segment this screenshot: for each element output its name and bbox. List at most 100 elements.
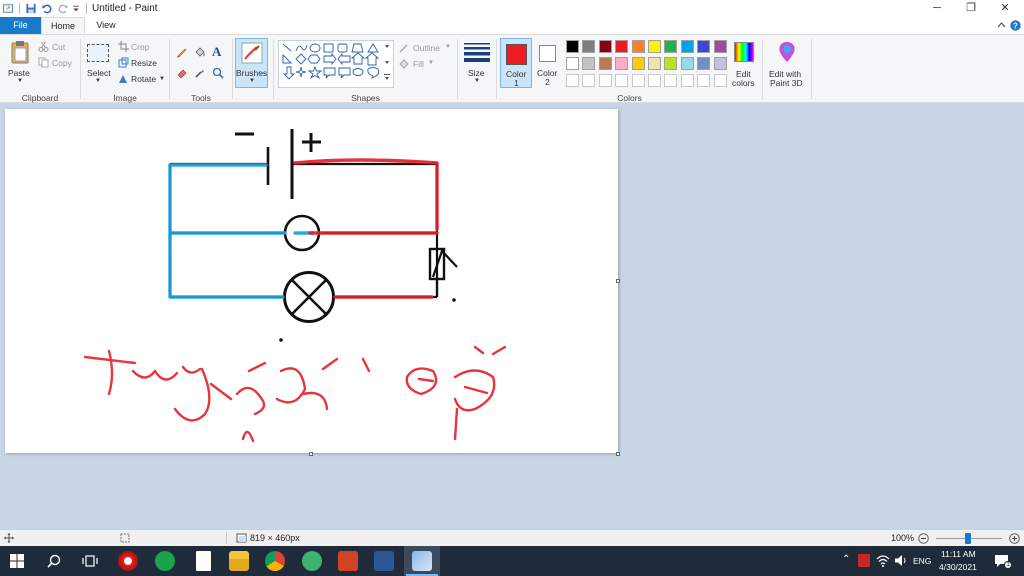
tray-expand-icon[interactable]: ⌃: [842, 554, 850, 565]
palette-swatch[interactable]: [582, 57, 596, 70]
redo-icon[interactable]: [57, 3, 69, 14]
brushes-button[interactable]: Brushes ▼: [235, 38, 268, 88]
fill-bucket-icon[interactable]: [194, 46, 206, 58]
opera-browser-icon[interactable]: [118, 551, 138, 571]
palette-swatch[interactable]: [713, 57, 727, 70]
tab-file[interactable]: File: [0, 17, 41, 34]
drawing-canvas[interactable]: [5, 109, 618, 453]
volume-icon[interactable]: [894, 554, 908, 567]
save-icon[interactable]: [25, 3, 37, 14]
group-separator: [496, 39, 497, 99]
zoom-out-icon[interactable]: [918, 533, 929, 544]
palette-swatch[interactable]: [664, 57, 678, 70]
canvas-resize-handle-corner[interactable]: [616, 452, 620, 456]
palette-swatch[interactable]: [664, 40, 678, 53]
custom-color-slot[interactable]: [631, 74, 645, 87]
edit-colors-icon: [734, 42, 754, 62]
crop-button[interactable]: Crop: [131, 42, 149, 52]
shapes-gallery[interactable]: [278, 40, 394, 88]
custom-color-slot[interactable]: [648, 74, 661, 87]
cut-button[interactable]: Cut: [52, 42, 65, 52]
palette-swatch[interactable]: [566, 40, 579, 53]
zoom-slider-thumb[interactable]: [965, 533, 971, 544]
edit-colors-button[interactable]: Edit colors: [731, 38, 757, 88]
fill-button[interactable]: Fill: [413, 59, 424, 69]
canvas-dimensions: 819 × 460px: [250, 533, 300, 543]
start-windows-icon[interactable]: [10, 554, 24, 568]
tab-home[interactable]: Home: [41, 17, 85, 35]
search-icon[interactable]: [47, 554, 61, 568]
canvas-workspace[interactable]: [0, 103, 1024, 529]
color1-button[interactable]: Color 1: [500, 38, 532, 88]
paste-button[interactable]: Paste ▼: [3, 38, 35, 86]
palette-swatch[interactable]: [582, 40, 596, 53]
undo-icon[interactable]: [41, 3, 53, 14]
minimize-button[interactable]: ─: [920, 0, 954, 17]
text-tool-icon[interactable]: A: [212, 44, 221, 60]
powerpoint-icon[interactable]: [338, 551, 358, 571]
custom-color-slot[interactable]: [713, 74, 727, 87]
eraser-icon[interactable]: [176, 67, 188, 79]
task-view-icon[interactable]: [82, 554, 98, 568]
palette-swatch[interactable]: [615, 40, 629, 53]
notepad-file-icon[interactable]: [196, 551, 211, 571]
green-app-icon[interactable]: [302, 551, 322, 571]
input-language[interactable]: ENG: [913, 556, 931, 566]
palette-swatch[interactable]: [598, 57, 612, 70]
resize-button[interactable]: Resize: [131, 58, 157, 68]
palette-swatch[interactable]: [648, 40, 661, 53]
canvas-resize-handle-bottom[interactable]: [309, 452, 313, 456]
antivirus-tray-icon[interactable]: [858, 554, 870, 567]
custom-color-slot[interactable]: [566, 74, 579, 87]
palette-swatch[interactable]: [631, 40, 645, 53]
tray-time[interactable]: 11:11 AM: [941, 549, 976, 559]
outline-button[interactable]: Outline: [413, 43, 440, 53]
canvas-resize-handle-right[interactable]: [616, 279, 620, 283]
magnifier-icon[interactable]: [212, 67, 224, 79]
custom-color-slot[interactable]: [697, 74, 711, 87]
clipboard-group-label: Clipboard: [21, 93, 59, 103]
restore-button[interactable]: ❐: [954, 0, 988, 17]
fill-dropdown-icon: ▼: [428, 60, 434, 66]
color2-button[interactable]: Color 2: [534, 38, 562, 88]
group-separator: [169, 39, 170, 99]
custom-color-slot[interactable]: [615, 74, 629, 87]
color2-number: 2: [545, 77, 550, 87]
palette-swatch[interactable]: [697, 40, 711, 53]
chrome-browser-icon[interactable]: [265, 551, 285, 571]
sync-app-icon[interactable]: [155, 551, 175, 571]
rotate-button[interactable]: Rotate: [131, 74, 156, 84]
palette-swatch[interactable]: [680, 57, 694, 70]
tray-date[interactable]: 4/30/2021: [939, 562, 977, 572]
palette-swatch[interactable]: [680, 40, 694, 53]
select-button[interactable]: Select ▼: [84, 38, 114, 86]
palette-swatch[interactable]: [697, 57, 711, 70]
custom-color-slot[interactable]: [664, 74, 678, 87]
pencil-icon[interactable]: [176, 46, 188, 58]
custom-color-slot[interactable]: [582, 74, 596, 87]
palette-swatch[interactable]: [713, 40, 727, 53]
collapse-ribbon-icon[interactable]: [997, 21, 1006, 29]
title-bar: Untitled - Paint ─ ❐ ✕: [0, 0, 1024, 17]
customize-toolbar-icon[interactable]: [72, 3, 80, 14]
edit-with-paint3d-button[interactable]: Edit with Paint 3D: [766, 38, 808, 88]
cut-icon: [38, 41, 49, 52]
word-icon[interactable]: [374, 551, 394, 571]
close-button[interactable]: ✕: [988, 0, 1022, 17]
paint-taskbar-button[interactable]: [404, 546, 440, 576]
palette-swatch[interactable]: [631, 57, 645, 70]
palette-swatch[interactable]: [615, 57, 629, 70]
file-explorer-icon[interactable]: [229, 551, 249, 571]
wifi-icon[interactable]: [876, 554, 890, 567]
palette-swatch[interactable]: [598, 40, 612, 53]
tab-view[interactable]: View: [86, 17, 126, 34]
zoom-in-icon[interactable]: [1009, 533, 1020, 544]
custom-color-slot[interactable]: [680, 74, 694, 87]
palette-swatch[interactable]: [566, 57, 579, 70]
copy-button[interactable]: Copy: [52, 58, 72, 68]
color-picker-icon[interactable]: [194, 67, 206, 79]
size-button[interactable]: Size ▼: [462, 38, 492, 88]
help-icon[interactable]: ?: [1010, 20, 1021, 31]
palette-swatch[interactable]: [648, 57, 661, 70]
custom-color-slot[interactable]: [598, 74, 612, 87]
